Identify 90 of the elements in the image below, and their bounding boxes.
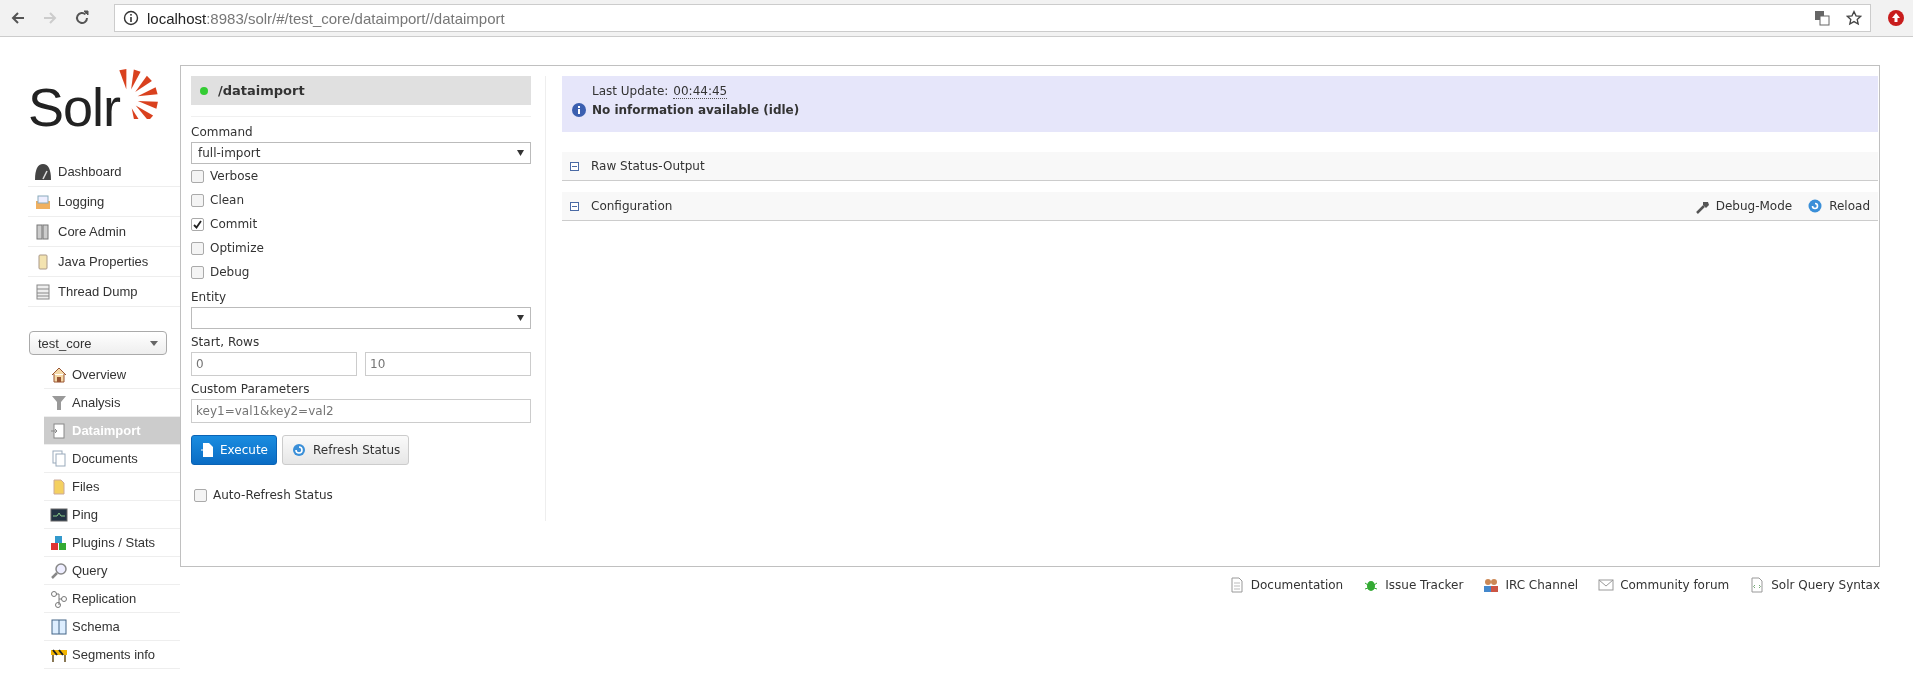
field-label: Entity <box>191 290 228 304</box>
menu-item-icon <box>34 282 52 301</box>
status-message: No information available (idle) <box>592 103 800 117</box>
dropdown[interactable] <box>191 307 531 329</box>
execute-button[interactable]: Execute <box>191 435 277 465</box>
nav-item[interactable]: Dashboard <box>28 157 180 187</box>
field-label: Custom Parameters <box>191 382 311 396</box>
menu-item-icon <box>50 421 68 440</box>
code-document-icon <box>1749 577 1766 593</box>
menu-item-icon <box>34 192 52 211</box>
menu-item-icon <box>50 477 68 496</box>
address-bar[interactable]: localhost:8983/solr/#/test_core/dataimport//dataimport <box>114 4 1871 32</box>
refresh-icon <box>291 442 307 458</box>
core-menu-item[interactable]: Documents <box>44 445 180 473</box>
dropdown-caret-icon <box>517 315 524 321</box>
menu-item-icon <box>34 162 52 181</box>
field-label: Command <box>191 125 254 139</box>
checkbox[interactable] <box>191 265 204 279</box>
footer-link[interactable]: Issue Tracker <box>1363 577 1464 593</box>
last-update-label: Last Update: <box>592 84 669 99</box>
core-menu-item[interactable]: Plugins / Stats <box>44 529 180 557</box>
menu-item-icon <box>50 365 68 384</box>
core-menu-item[interactable]: Ping <box>44 501 180 529</box>
nav-item[interactable]: Thread Dump <box>28 277 180 307</box>
bookmark-star-icon[interactable] <box>1846 10 1862 26</box>
forward-icon[interactable] <box>42 10 58 26</box>
core-menu-item[interactable]: Schema <box>44 613 180 641</box>
section-action-link[interactable]: Reload <box>1808 198 1870 214</box>
section-header[interactable]: Raw Status-Output <box>562 152 1878 181</box>
menu-item-icon <box>50 449 68 468</box>
rows-input[interactable]: 10 <box>365 352 531 376</box>
logo-text: Solr <box>28 77 121 137</box>
section-title: Raw Status-Output <box>591 159 706 173</box>
reload-icon[interactable] <box>74 10 90 26</box>
section-header[interactable]: Configuration Debug-Mode Reload <box>562 192 1878 221</box>
url-text: localhost:8983/solr/#/test_core/dataimport//dataimport <box>147 9 506 27</box>
section-title: Configuration <box>591 199 674 213</box>
dropdown[interactable]: full-import <box>191 142 531 164</box>
checkbox[interactable] <box>191 169 204 183</box>
checkbox-label: Optimize <box>210 241 264 255</box>
menu-item-icon <box>50 589 68 608</box>
core-selector[interactable]: test_core <box>29 331 167 355</box>
custom-parameters-input[interactable]: key1=val1&key2=val2 <box>191 399 531 423</box>
last-update-time: 00:44:45 <box>673 84 728 99</box>
handler-title: /dataimport <box>218 83 305 98</box>
footer-link[interactable]: Documentation <box>1228 577 1344 593</box>
section-action-link[interactable]: Debug-Mode <box>1694 198 1793 214</box>
menu-item-icon <box>34 222 52 241</box>
footer-link[interactable]: Community forum <box>1598 577 1730 593</box>
start-input[interactable]: 0 <box>191 352 357 376</box>
footer-link[interactable]: Solr Query Syntax <box>1749 577 1880 593</box>
core-menu-item[interactable]: Overview <box>44 361 180 389</box>
checkbox[interactable] <box>194 488 207 502</box>
back-icon[interactable] <box>10 10 26 26</box>
dropdown-caret-icon <box>517 150 524 156</box>
collapse-icon <box>570 201 579 211</box>
document-icon <box>1228 577 1245 593</box>
menu-item-icon <box>50 505 68 524</box>
checkbox-label: Clean <box>210 193 245 207</box>
dropdown-caret-icon <box>150 340 158 346</box>
refresh-button[interactable]: Refresh Status <box>282 435 410 465</box>
nav-item[interactable]: Logging <box>28 187 180 217</box>
footer-link[interactable]: IRC Channel <box>1483 577 1579 593</box>
checkbox-label: Verbose <box>210 169 259 183</box>
menu-item-icon <box>50 393 68 412</box>
menu-item-icon <box>50 533 68 552</box>
core-menu-item[interactable]: Files <box>44 473 180 501</box>
core-menu-item[interactable]: Segments info <box>44 641 180 669</box>
collapse-icon <box>570 161 579 171</box>
nav-item[interactable]: Core Admin <box>28 217 180 247</box>
nav-item[interactable]: Java Properties <box>28 247 180 277</box>
menu-item-icon <box>50 561 68 580</box>
menu-item-icon <box>50 617 68 636</box>
info-icon <box>572 103 586 117</box>
envelope-icon <box>1598 577 1615 593</box>
checkbox[interactable] <box>191 241 204 255</box>
document-icon <box>200 442 214 458</box>
checkbox[interactable] <box>191 193 204 207</box>
translate-icon[interactable] <box>1814 10 1830 26</box>
extension-icon[interactable] <box>1887 9 1905 27</box>
checkbox-label: Auto-Refresh Status <box>213 488 333 502</box>
checkbox-label: Debug <box>210 265 250 279</box>
field-label: Start, Rows <box>191 335 261 349</box>
checkbox-label: Commit <box>210 217 258 231</box>
status-dot-icon <box>200 86 208 95</box>
core-menu-item[interactable]: Replication <box>44 585 180 613</box>
people-icon <box>1483 577 1500 593</box>
core-menu-item[interactable]: Query <box>44 557 180 585</box>
info-icon <box>123 10 139 26</box>
checkbox[interactable] <box>191 217 204 231</box>
